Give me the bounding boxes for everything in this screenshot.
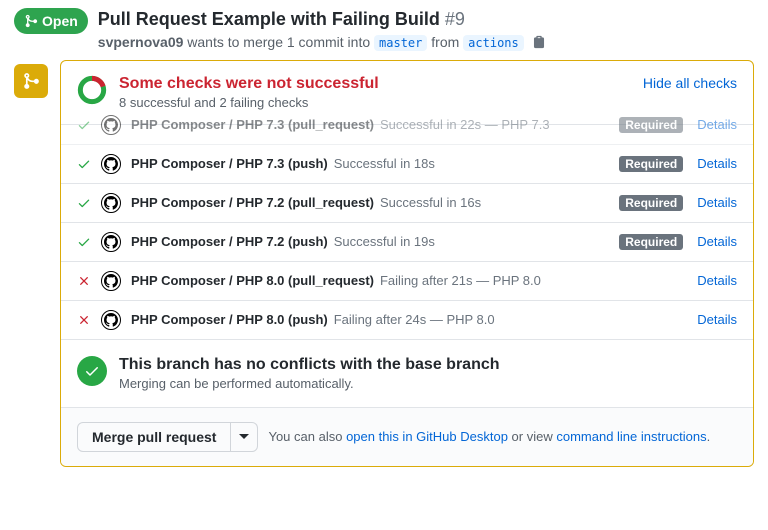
check-details-link[interactable]: Details <box>697 234 737 249</box>
base-branch-label[interactable]: master <box>374 35 427 51</box>
check-details-link[interactable]: Details <box>697 195 737 210</box>
clipboard-icon[interactable] <box>532 36 546 52</box>
hide-checks-link[interactable]: Hide all checks <box>643 75 737 91</box>
check-description: Successful in 19s <box>334 234 435 249</box>
pr-status-badge: Open <box>14 8 88 34</box>
check-row: PHP Composer / PHP 8.0 (push) Failing aft… <box>61 301 753 340</box>
conflicts-subtitle: Merging can be performed automatically. <box>119 376 500 391</box>
github-actions-icon <box>101 193 121 213</box>
check-name: PHP Composer / PHP 8.0 (push) <box>131 312 328 327</box>
cli-instructions-link[interactable]: command line instructions <box>556 429 706 444</box>
check-fail-icon <box>77 313 91 327</box>
merge-pr-button[interactable]: Merge pull request <box>77 422 231 452</box>
check-description: Successful in 16s <box>380 195 481 210</box>
check-name: PHP Composer / PHP 7.2 (push) <box>131 234 328 249</box>
check-fail-icon <box>77 274 91 288</box>
checks-status-subtitle: 8 successful and 2 failing checks <box>119 95 379 110</box>
head-branch-label[interactable]: actions <box>463 35 524 51</box>
required-badge: Required <box>619 234 683 250</box>
checks-panel: Some checks were not successful 8 succes… <box>60 60 754 467</box>
checks-list: PHP Composer / PHP 7.3 (pull_request) Suc… <box>61 115 753 340</box>
github-actions-icon <box>101 310 121 330</box>
github-actions-icon <box>101 271 121 291</box>
checks-status-title: Some checks were not successful <box>119 75 379 93</box>
required-badge: Required <box>619 195 683 211</box>
check-pass-icon <box>77 118 91 132</box>
check-details-link[interactable]: Details <box>697 117 737 132</box>
pr-meta: svpernova09 wants to merge 1 commit into… <box>98 33 754 50</box>
required-badge: Required <box>619 117 683 133</box>
check-pass-icon <box>77 235 91 249</box>
required-badge: Required <box>619 156 683 172</box>
check-name: PHP Composer / PHP 7.3 (pull_request) <box>131 117 374 132</box>
check-description: Successful in 18s <box>334 156 435 171</box>
github-actions-icon <box>101 154 121 174</box>
pr-title: Pull Request Example with Failing Build … <box>98 8 754 31</box>
check-details-link[interactable]: Details <box>697 273 737 288</box>
status-donut-icon <box>77 75 107 105</box>
check-name: PHP Composer / PHP 8.0 (pull_request) <box>131 273 374 288</box>
pr-status-label: Open <box>42 13 78 29</box>
check-name: PHP Composer / PHP 7.3 (push) <box>131 156 328 171</box>
merge-dropdown-button[interactable] <box>231 422 258 452</box>
check-pass-icon <box>77 196 91 210</box>
pr-author[interactable]: svpernova09 <box>98 34 184 50</box>
check-name: PHP Composer / PHP 7.2 (pull_request) <box>131 195 374 210</box>
merge-help-text: You can also open this in GitHub Desktop… <box>268 429 710 444</box>
check-pass-icon <box>77 157 91 171</box>
pr-number: #9 <box>445 9 465 29</box>
git-pull-request-icon <box>24 14 38 28</box>
check-row: PHP Composer / PHP 7.3 (push) Successful … <box>61 145 753 184</box>
github-actions-icon <box>101 232 121 252</box>
check-row: PHP Composer / PHP 7.3 (pull_request) Suc… <box>61 115 753 145</box>
conflicts-title: This branch has no conflicts with the ba… <box>119 356 500 374</box>
success-check-icon <box>77 356 107 386</box>
caret-down-icon <box>239 432 249 442</box>
check-details-link[interactable]: Details <box>697 312 737 327</box>
check-description: Failing after 21s — PHP 8.0 <box>380 273 541 288</box>
check-description: Successful in 22s — PHP 7.3 <box>380 117 550 132</box>
check-row: PHP Composer / PHP 7.2 (push) Successful … <box>61 223 753 262</box>
check-description: Failing after 24s — PHP 8.0 <box>334 312 495 327</box>
check-details-link[interactable]: Details <box>697 156 737 171</box>
check-row: PHP Composer / PHP 7.2 (pull_request) Suc… <box>61 184 753 223</box>
open-desktop-link[interactable]: open this in GitHub Desktop <box>346 429 508 444</box>
github-actions-icon <box>101 115 121 135</box>
check-row: PHP Composer / PHP 8.0 (pull_request) Fai… <box>61 262 753 301</box>
timeline-merge-badge <box>14 64 48 98</box>
